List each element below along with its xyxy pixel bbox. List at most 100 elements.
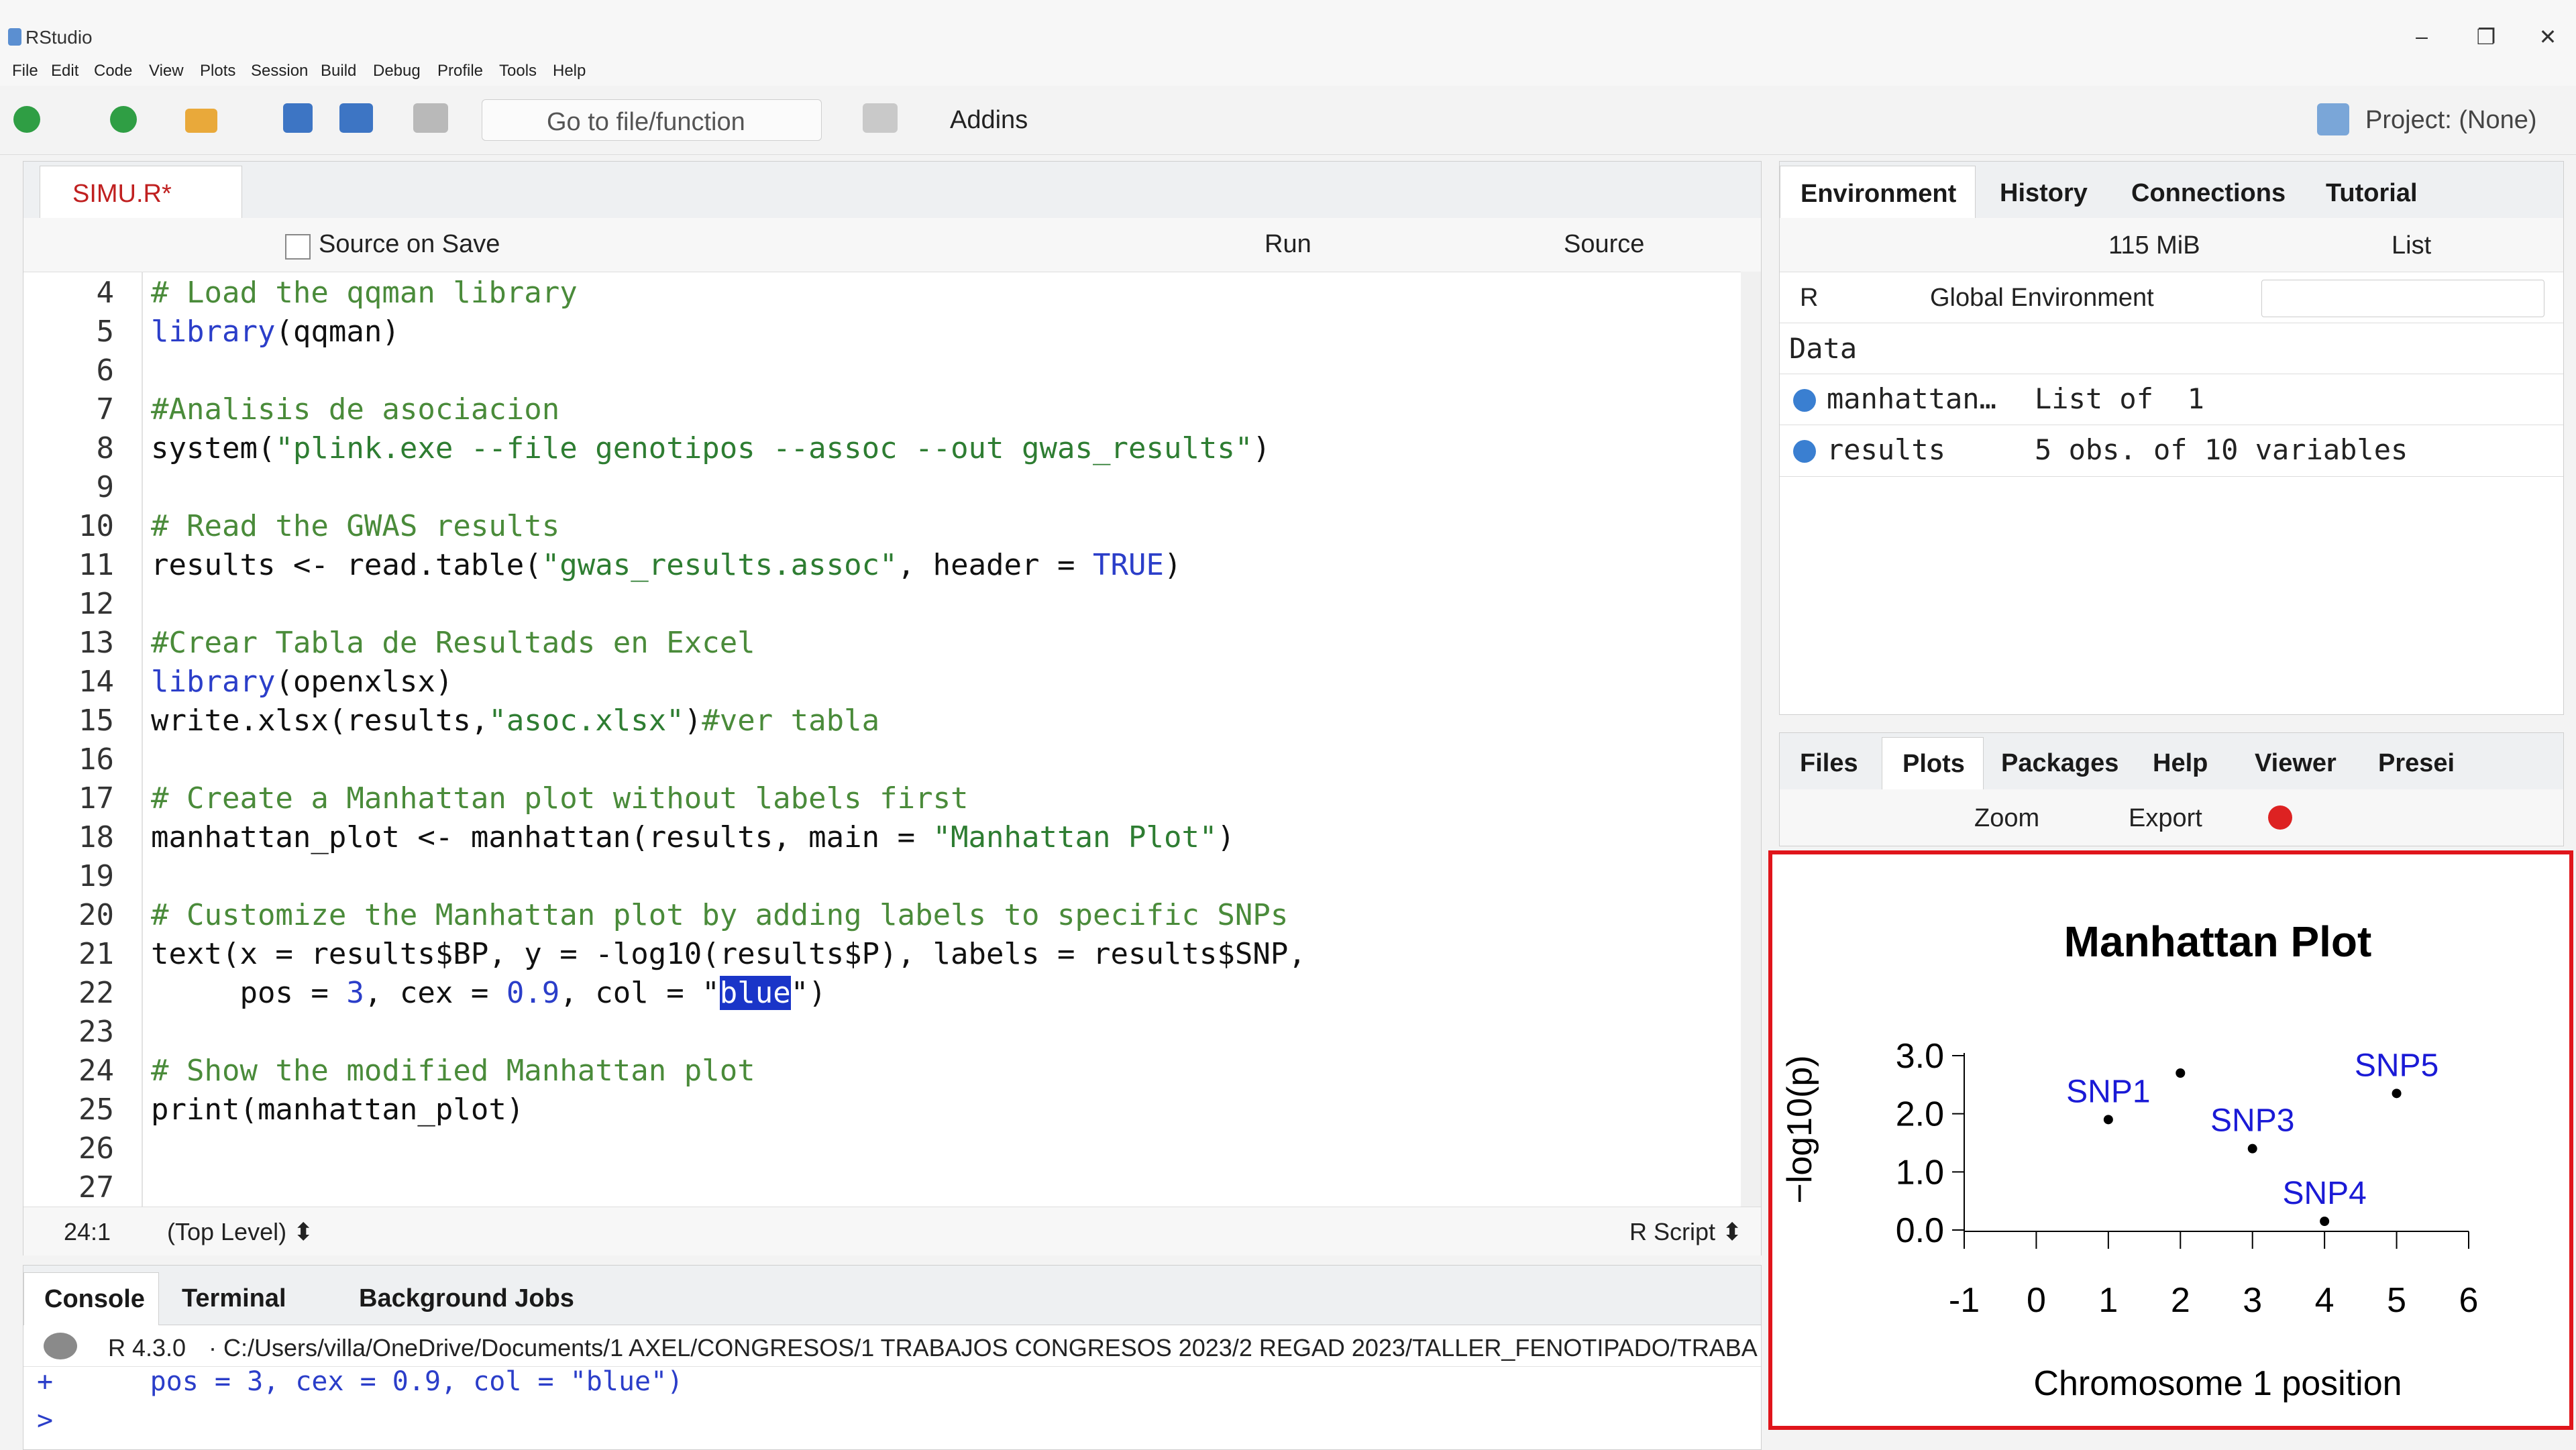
tab-plots[interactable]: Plots bbox=[1882, 737, 1984, 790]
addins-menu[interactable]: Addins bbox=[950, 106, 1028, 135]
env-scope-bar: R Global Environment bbox=[1780, 272, 2563, 323]
env-tabbar: Environment History Connections Tutorial bbox=[1780, 162, 2563, 219]
code-line[interactable]: write.xlsx(results,"asoc.xlsx")#ver tabl… bbox=[151, 704, 879, 738]
tab-connections[interactable]: Connections bbox=[2131, 179, 2286, 208]
menu-build[interactable]: Build bbox=[321, 62, 356, 80]
minimize-button[interactable]: – bbox=[2402, 24, 2442, 49]
maximize-button[interactable]: ❐ bbox=[2466, 24, 2506, 50]
env-row-name: manhattan… bbox=[1827, 382, 1996, 415]
tab-presentation[interactable]: Presei bbox=[2378, 749, 2455, 778]
code-line[interactable]: #Analisis de asociacion bbox=[151, 392, 559, 427]
menu-session[interactable]: Session bbox=[251, 62, 308, 80]
source-on-save-checkbox[interactable] bbox=[285, 234, 311, 260]
expand-icon[interactable] bbox=[1793, 440, 1816, 463]
tab-background-jobs[interactable]: Background Jobs bbox=[359, 1284, 574, 1313]
menu-help[interactable]: Help bbox=[553, 62, 586, 80]
tab-history[interactable]: History bbox=[2000, 179, 2088, 208]
zoom-button[interactable]: Zoom bbox=[1974, 804, 2039, 833]
x-tick-label: 6 bbox=[2459, 1281, 2479, 1320]
language-selector[interactable]: R bbox=[1800, 284, 1818, 313]
tab-simu-label: SIMU.R* bbox=[72, 180, 172, 208]
env-row[interactable]: manhattan… List of 1 bbox=[1780, 374, 2563, 425]
memory-usage[interactable]: 115 MiB bbox=[2108, 231, 2200, 260]
print-icon[interactable] bbox=[413, 103, 448, 133]
view-mode-selector[interactable]: List bbox=[2392, 231, 2431, 260]
menu-profile[interactable]: Profile bbox=[437, 62, 483, 80]
code-line[interactable]: pos = 3, cex = 0.9, col = "blue") bbox=[151, 976, 826, 1010]
save-icon[interactable] bbox=[283, 103, 313, 133]
project-icon bbox=[2317, 103, 2349, 135]
main-toolbar: Addins Project: (None) bbox=[0, 87, 2576, 155]
tab-viewer[interactable]: Viewer bbox=[2255, 749, 2337, 778]
open-folder-icon[interactable] bbox=[185, 109, 217, 133]
code-line[interactable]: # Customize the Manhattan plot by adding… bbox=[151, 898, 1288, 932]
tab-console[interactable]: Console bbox=[23, 1272, 159, 1325]
code-line[interactable]: system("plink.exe --file genotipos --ass… bbox=[151, 431, 1271, 465]
tab-packages[interactable]: Packages bbox=[2001, 749, 2118, 778]
line-number: 8 bbox=[96, 431, 115, 465]
tab-files[interactable]: Files bbox=[1800, 749, 1858, 778]
console-prompt[interactable]: > bbox=[37, 1405, 53, 1436]
console-tabbar: Console Terminal Background Jobs bbox=[23, 1266, 1761, 1325]
environment-pane: Environment History Connections Tutorial… bbox=[1779, 161, 2564, 715]
scope-environment-selector[interactable]: Global Environment bbox=[1930, 284, 2154, 313]
code-line[interactable]: # Create a Manhattan plot without labels… bbox=[151, 781, 969, 816]
expand-icon[interactable] bbox=[1793, 389, 1816, 412]
env-search-input[interactable] bbox=[2261, 280, 2544, 317]
new-file-icon[interactable] bbox=[13, 106, 40, 133]
line-number: 23 bbox=[78, 1015, 114, 1049]
r-version: R 4.3.0 bbox=[108, 1334, 186, 1361]
new-project-icon[interactable] bbox=[110, 106, 137, 133]
code-line[interactable]: print(manhattan_plot) bbox=[151, 1093, 524, 1127]
tab-simu-r[interactable]: SIMU.R* bbox=[40, 166, 242, 219]
menu-tools[interactable]: Tools bbox=[499, 62, 537, 80]
code-line[interactable]: manhattan_plot <- manhattan(results, mai… bbox=[151, 820, 1235, 854]
tab-environment[interactable]: Environment bbox=[1780, 166, 1976, 219]
export-button[interactable]: Export bbox=[2129, 804, 2202, 833]
line-number: 15 bbox=[78, 704, 114, 738]
source-button[interactable]: Source bbox=[1564, 230, 1644, 259]
scope-selector[interactable]: (Top Level) ⬍ bbox=[167, 1218, 313, 1246]
source-pane: SIMU.R* Source on Save Run Source 4 # Loa… bbox=[23, 161, 1762, 1256]
y-tick-label: 2.0 bbox=[1896, 1095, 1944, 1134]
save-all-icon[interactable] bbox=[339, 103, 373, 133]
menu-plots[interactable]: Plots bbox=[200, 62, 235, 80]
menu-file[interactable]: File bbox=[12, 62, 38, 80]
code-line[interactable]: library(openxlsx) bbox=[151, 665, 453, 699]
menu-code[interactable]: Code bbox=[94, 62, 132, 80]
tab-terminal[interactable]: Terminal bbox=[182, 1284, 286, 1313]
line-number: 13 bbox=[78, 626, 114, 660]
run-button[interactable]: Run bbox=[1265, 230, 1311, 259]
tab-tutorial[interactable]: Tutorial bbox=[2326, 179, 2418, 208]
code-line[interactable]: results <- read.table("gwas_results.asso… bbox=[151, 548, 1181, 582]
code-line[interactable]: library(qqman) bbox=[151, 315, 400, 349]
env-row[interactable]: results 5 obs. of 10 variables bbox=[1780, 425, 2563, 477]
editor-scrollbar[interactable] bbox=[1741, 272, 1761, 1207]
editor-toolbar: Source on Save Run Source bbox=[23, 218, 1761, 272]
snp-label: SNP3 bbox=[2210, 1103, 2294, 1139]
code-line[interactable]: #Crear Tabla de Resultads en Excel bbox=[151, 626, 755, 660]
workspace-layout-icon[interactable] bbox=[863, 103, 898, 133]
menu-debug[interactable]: Debug bbox=[373, 62, 421, 80]
remove-plot-icon[interactable] bbox=[2268, 805, 2292, 830]
menu-edit[interactable]: Edit bbox=[51, 62, 78, 80]
close-button[interactable]: ✕ bbox=[2528, 24, 2568, 50]
console-header: R 4.3.0 · C:/Users/villa/OneDrive/Docume… bbox=[23, 1325, 1761, 1367]
file-type-selector[interactable]: R Script ⬍ bbox=[1629, 1218, 1742, 1246]
code-line[interactable]: # Read the GWAS results bbox=[151, 509, 559, 543]
tab-help[interactable]: Help bbox=[2153, 749, 2208, 778]
menu-view[interactable]: View bbox=[149, 62, 184, 80]
code-line[interactable]: text(x = results$BP, y = -log10(results$… bbox=[151, 937, 1306, 971]
tab-plots-label: Plots bbox=[1902, 750, 1965, 778]
code-line[interactable]: # Load the qqman library bbox=[151, 276, 578, 310]
code-line[interactable]: # Show the modified Manhattan plot bbox=[151, 1054, 755, 1088]
y-tick-label: 1.0 bbox=[1896, 1153, 1944, 1192]
data-point bbox=[2320, 1217, 2330, 1226]
line-number: 25 bbox=[78, 1093, 114, 1127]
line-number: 7 bbox=[96, 392, 115, 427]
code-editor[interactable]: 4 # Load the qqman library 5 library(qqman)… bbox=[23, 272, 1741, 1207]
console-continuation: + pos = 3, cex = 0.9, col = "blue") bbox=[37, 1366, 684, 1397]
project-menu[interactable]: Project: (None) bbox=[2365, 106, 2537, 135]
working-directory[interactable]: · C:/Users/villa/OneDrive/Documents/1 AX… bbox=[209, 1334, 1758, 1362]
goto-file-input[interactable]: Go to file/function bbox=[482, 99, 822, 141]
